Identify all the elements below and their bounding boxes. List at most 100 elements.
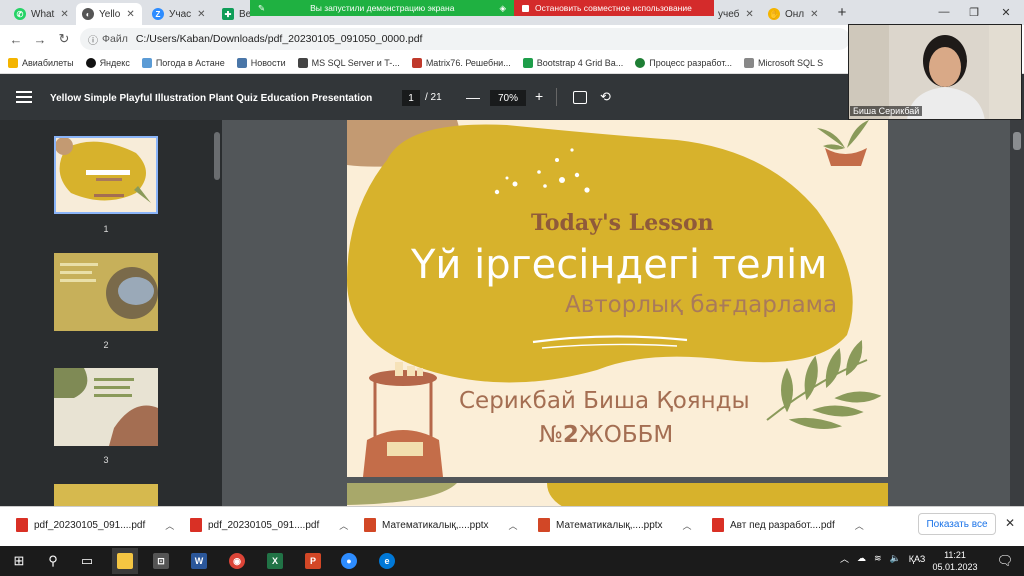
minimize-button[interactable]: — <box>930 2 958 22</box>
tab-whatsapp[interactable]: ✆ What ✕ <box>8 3 70 25</box>
powerpoint-icon[interactable]: P <box>300 548 326 574</box>
tab-zoom[interactable]: Z Учас ✕ <box>146 3 212 25</box>
shield-icon[interactable]: ◈ <box>499 3 506 14</box>
school-prefix: № <box>539 422 563 448</box>
globe-icon <box>635 58 646 68</box>
yandex-icon <box>85 58 96 68</box>
download-item[interactable]: pdf_20230105_091....pdf ︿ <box>16 518 174 532</box>
bookmark-matrix[interactable]: Matrix76. Решебни... <box>411 58 511 68</box>
close-icon[interactable]: ✕ <box>126 9 134 20</box>
chevron-up-icon[interactable]: ︿ <box>855 519 864 532</box>
whatsapp-icon: ✆ <box>14 8 26 20</box>
zoom-out-icon[interactable]: — <box>466 89 480 105</box>
sidebar-scroll-thumb[interactable] <box>214 132 220 180</box>
chevron-up-icon[interactable]: ︿ <box>339 519 348 532</box>
viewport-scrollbar[interactable] <box>1010 120 1024 506</box>
zoom-level-input[interactable]: 70% <box>490 90 526 106</box>
slide-author: Серикбай Биша Қоянды <box>459 388 750 414</box>
close-icon[interactable]: ✕ <box>1005 516 1015 530</box>
toolbar-divider <box>556 88 557 106</box>
bookmark-label: MS SQL Server и T-... <box>311 58 400 68</box>
bookmark-bootstrap[interactable]: Bootstrap 4 Grid Ba... <box>522 58 623 68</box>
restore-button[interactable]: ❐ <box>960 2 988 22</box>
wifi-icon[interactable]: ≋ <box>874 553 882 564</box>
pdf-file-icon <box>190 518 202 532</box>
download-item[interactable]: Математикалық,....pptx ︿ <box>538 518 692 532</box>
download-filename: Математикалық,....pptx <box>382 519 489 531</box>
new-tab-button[interactable]: + <box>828 2 856 22</box>
slide-school: №2ЖОББМ <box>539 422 673 448</box>
stop-icon <box>522 4 529 12</box>
bookmark-label: Погода в Астане <box>155 58 225 68</box>
bookmark-mssql[interactable]: MS SQL Server и T-... <box>297 58 400 68</box>
chrome-icon[interactable]: ◉ <box>224 548 250 574</box>
page-icon <box>743 58 754 68</box>
edge-icon[interactable]: e <box>374 548 400 574</box>
windows-start-icon[interactable]: ⊞ <box>6 548 32 574</box>
viewport-scroll-thumb[interactable] <box>1013 132 1021 150</box>
excel-icon[interactable]: X <box>262 548 288 574</box>
download-item[interactable]: Математикалық,....pptx ︿ <box>364 518 518 532</box>
show-all-button[interactable]: Показать все <box>918 513 996 535</box>
chevron-up-icon[interactable]: ︿ <box>165 519 174 532</box>
airplane-icon <box>8 58 18 68</box>
bookmark-aviabilety[interactable]: Авиабилеты <box>8 58 74 68</box>
download-item[interactable]: pdf_20230105_091....pdf ︿ <box>190 518 348 532</box>
window-close-button[interactable]: ✕ <box>992 2 1020 22</box>
bookmark-weather[interactable]: Погода в Астане <box>141 58 225 68</box>
thumbnail-page-4[interactable] <box>54 484 158 506</box>
pin-icon[interactable]: ✎ <box>258 3 265 14</box>
forward-arrow-icon[interactable]: → <box>32 31 48 47</box>
clock[interactable]: 11:21 05.01.2023 <box>930 549 980 573</box>
pptx-file-icon <box>364 518 376 532</box>
close-icon[interactable]: ✕ <box>60 9 68 20</box>
stop-share-button[interactable]: Остановить совместное использование <box>514 0 714 16</box>
word-icon[interactable]: W <box>186 548 212 574</box>
url-text: C:/Users/Kaban/Downloads/pdf_20230105_09… <box>135 33 423 45</box>
hamburger-menu-icon[interactable] <box>16 88 32 104</box>
close-icon[interactable]: ✕ <box>197 9 205 20</box>
zoom-in-icon[interactable]: + <box>535 88 543 104</box>
system-tray: ︿ ☁ ≋ 🔈 ҚАЗ <box>840 552 925 565</box>
reload-icon[interactable]: ↻ <box>56 31 72 47</box>
rotate-icon[interactable]: ⟲ <box>600 89 611 105</box>
chevron-up-icon[interactable]: ︿ <box>509 519 518 532</box>
task-view-icon[interactable]: ▭ <box>74 548 100 574</box>
sheets-icon: ✚ <box>222 8 234 20</box>
webcam-name-label: Биша Серикбай <box>850 106 923 116</box>
tab-online[interactable]: ✋ Онл ✕ <box>762 3 830 25</box>
close-icon[interactable]: ✕ <box>810 9 818 20</box>
fit-to-page-icon[interactable] <box>573 91 587 104</box>
address-bar[interactable]: ⓘ Файл C:/Users/Kaban/Downloads/pdf_2023… <box>80 28 850 50</box>
chevron-up-icon[interactable]: ︿ <box>683 519 692 532</box>
tab-web[interactable]: ✚ Веб <box>216 3 252 25</box>
zoom-app-icon[interactable]: ● <box>336 548 362 574</box>
bookmark-mssql2[interactable]: Microsoft SQL S <box>743 58 823 68</box>
bookmark-news[interactable]: Новости <box>236 58 286 68</box>
back-arrow-icon[interactable]: ← <box>8 31 24 47</box>
thumbnail-number: 1 <box>103 224 109 234</box>
tab-label: учеб <box>718 8 740 20</box>
cloud-icon[interactable]: ☁ <box>857 553 866 564</box>
tab-pdf[interactable]: ◐ Yello ✕ <box>76 3 142 25</box>
volume-icon[interactable]: 🔈 <box>890 553 901 564</box>
zoom-icon: Z <box>152 8 164 20</box>
bookmark-label: Яндекс <box>99 58 130 68</box>
download-item[interactable]: Авт пед разработ....pdf ︿ <box>712 518 864 532</box>
bookmark-yandex[interactable]: Яндекс <box>85 58 130 68</box>
bookmark-process[interactable]: Процесс разработ... <box>635 58 732 68</box>
keyboard-language[interactable]: ҚАЗ <box>909 554 926 564</box>
thumbnail-page-2[interactable] <box>54 253 158 331</box>
info-icon[interactable]: ⓘ <box>88 32 98 47</box>
close-icon[interactable]: ✕ <box>745 9 753 20</box>
notifications-icon[interactable]: 🗨 <box>992 548 1018 574</box>
slide-subtitle: Авторлық бағдарлама <box>565 292 838 318</box>
thumbnail-page-1[interactable] <box>54 136 158 214</box>
thumbnail-page-3[interactable] <box>54 368 158 446</box>
store-icon[interactable]: ⊡ <box>148 548 174 574</box>
file-explorer-icon[interactable] <box>112 548 138 574</box>
chevron-up-icon[interactable]: ︿ <box>840 552 849 565</box>
search-icon[interactable]: ⚲ <box>40 548 66 574</box>
tab-uchebn[interactable]: учеб ✕ <box>712 3 758 25</box>
page-number-input[interactable]: 1 <box>402 90 420 106</box>
